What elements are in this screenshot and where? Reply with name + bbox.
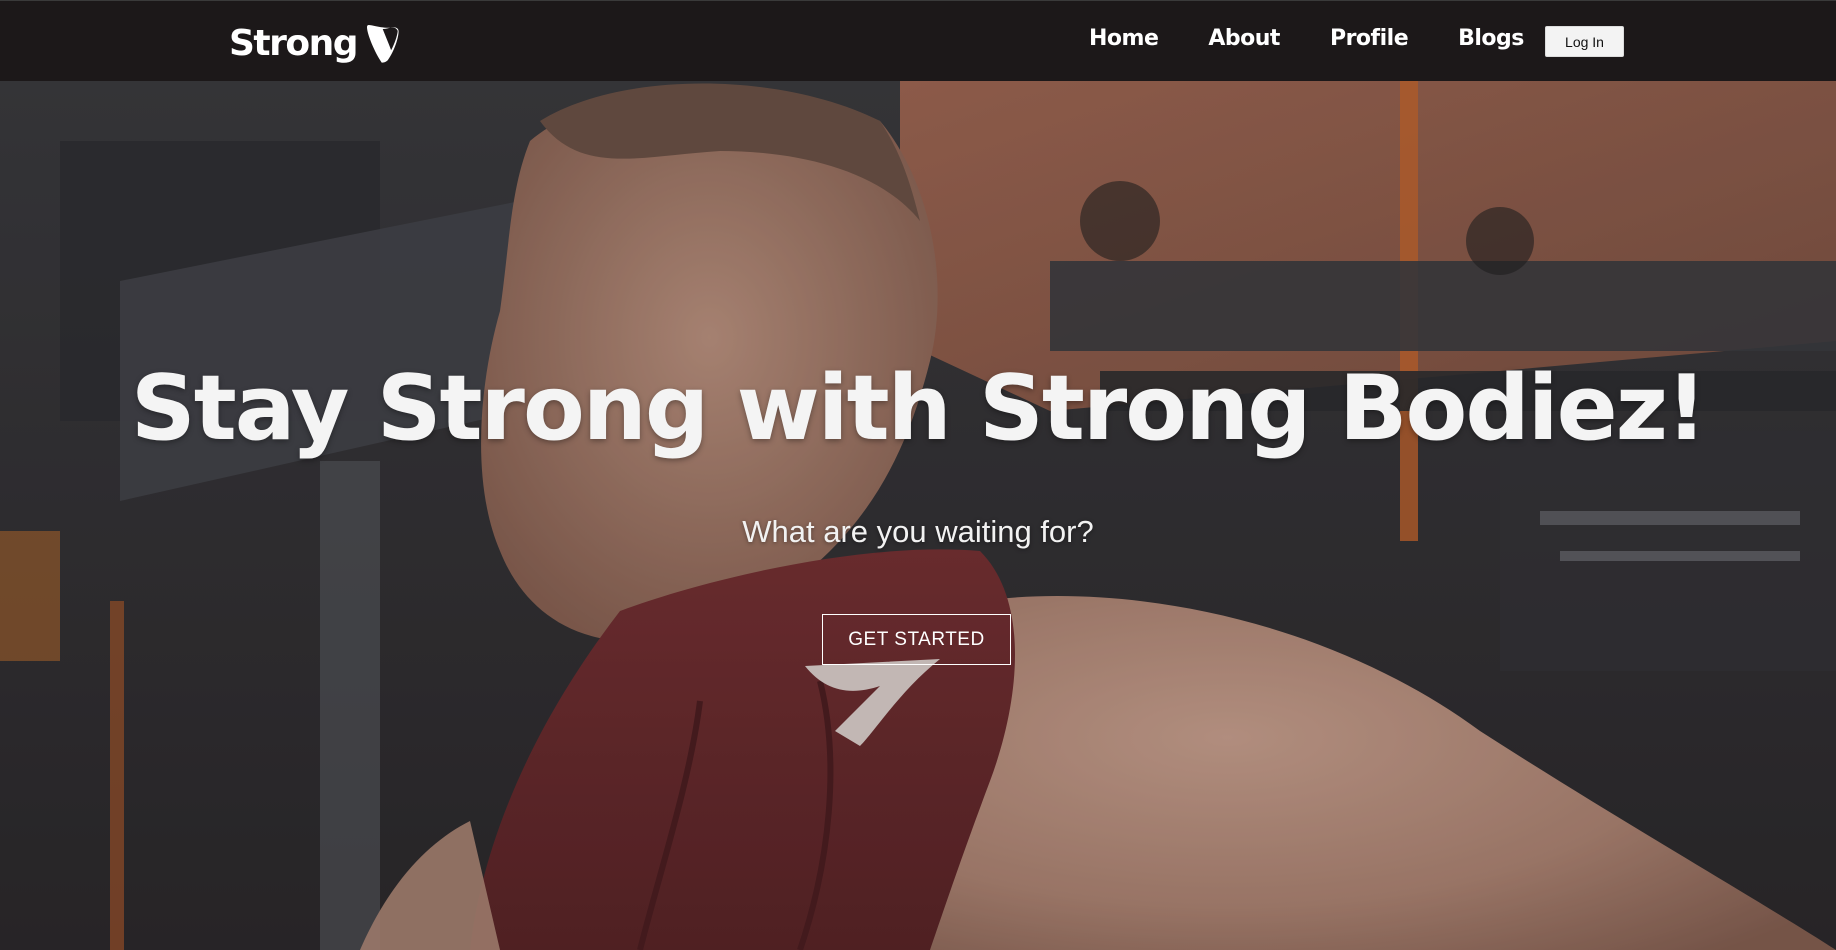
navbar: Strong Home About Profile Blogs Log In [0,0,1836,81]
nav-link-about[interactable]: About [1208,26,1280,51]
brand-link[interactable]: Strong [229,21,399,67]
hero-title: Stay Strong with Strong Bodiez! [130,356,1707,461]
login-button[interactable]: Log In [1545,26,1624,57]
hero-section: Stay Strong with Strong Bodiez! What are… [0,81,1836,950]
nav-link-blogs[interactable]: Blogs [1458,26,1524,51]
main-nav: Home About Profile Blogs [1089,21,1574,55]
nav-link-profile[interactable]: Profile [1330,26,1409,51]
nav-link-home[interactable]: Home [1089,26,1159,51]
get-started-button[interactable]: GET STARTED [822,614,1011,665]
hero-subtitle: What are you waiting for? [742,514,1094,549]
brand-name: Strong [229,23,359,64]
typo3-logo-icon [367,25,399,63]
